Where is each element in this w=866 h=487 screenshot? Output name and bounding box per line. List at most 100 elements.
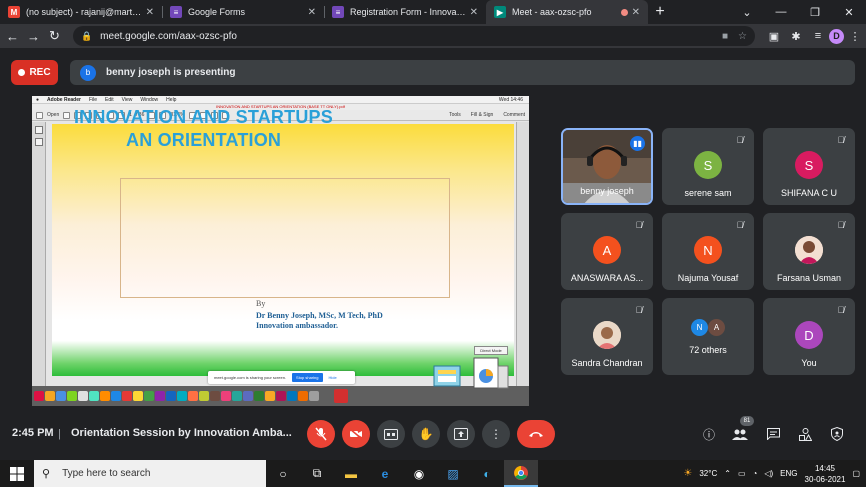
recording-indicator-icon: [620, 8, 628, 16]
tab-search-icon[interactable]: ⌄: [730, 6, 764, 19]
participant-tile-anaswara[interactable]: 🎙̸ A ANASWARA AS...: [561, 213, 653, 290]
slide-title-line-2: AN ORIENTATION: [126, 130, 282, 150]
leave-call-button[interactable]: [517, 420, 555, 448]
edge-icon[interactable]: ◐: [470, 460, 504, 487]
stop-sharing-button: Stop sharing: [292, 373, 323, 382]
file-explorer-icon[interactable]: ▬: [334, 460, 368, 487]
participant-tile-benny-joseph[interactable]: ▮▮ benny joseph: [561, 128, 653, 205]
fill-sign-label: Fill & Sign: [470, 112, 494, 118]
shield-icon: [831, 427, 843, 441]
participant-tile-shifana-c-u[interactable]: 🎙̸ S SHIFANA C U: [763, 128, 855, 205]
browser-tab-gmail[interactable]: M (no subject) - rajanij@marthoma ✕: [0, 0, 162, 24]
volume-icon[interactable]: ◁): [764, 469, 773, 478]
microphone-toggle-button[interactable]: [307, 420, 335, 448]
reload-button[interactable]: ↻: [44, 28, 65, 44]
battery-icon[interactable]: ▭: [738, 469, 746, 478]
app-menubar: ● Adobe Reader File Edit View Window Hel…: [32, 96, 529, 104]
tray-chevron-icon[interactable]: ⌃: [724, 469, 731, 478]
close-icon[interactable]: ✕: [632, 7, 640, 18]
internet-explorer-icon[interactable]: e: [368, 460, 402, 487]
screencast-icon[interactable]: ▣: [763, 30, 785, 43]
more-options-button[interactable]: ⋮: [482, 420, 510, 448]
system-tray: ☀ 32°C ⌃ ▭ ◔ ◁) ENG 14:45 30-06-2021 ▢: [683, 460, 866, 487]
dock-app-icon: [122, 391, 132, 401]
new-tab-button[interactable]: +: [648, 0, 672, 24]
activities-button[interactable]: [796, 425, 814, 443]
participant-tile-others[interactable]: N A 72 others: [662, 298, 754, 375]
participant-avatar: S: [694, 151, 722, 179]
close-window-button[interactable]: ✕: [832, 6, 866, 19]
participant-tile-serene-sam[interactable]: 🎙̸ S serene sam: [662, 128, 754, 205]
close-icon[interactable]: ✕: [146, 7, 154, 18]
profile-avatar[interactable]: D: [828, 28, 844, 44]
weather-icon[interactable]: ☀: [683, 468, 692, 479]
camera-app-icon[interactable]: ◉: [402, 460, 436, 487]
participant-tile-farsana-usman[interactable]: 🎙̸ Farsana Usman: [763, 213, 855, 290]
taskbar-clock[interactable]: 14:45 30-06-2021: [805, 463, 846, 485]
dock-app-icon: [89, 391, 99, 401]
browser-tab-google-forms[interactable]: ≡ Google Forms ✕: [162, 0, 324, 24]
back-button[interactable]: ←: [2, 29, 23, 44]
temperature[interactable]: 32°C: [699, 469, 717, 478]
browser-tab-meet[interactable]: ▶ Meet - aax-ozsc-pfo ✕: [486, 0, 648, 24]
participant-name: You: [801, 358, 817, 368]
forward-button[interactable]: →: [23, 29, 44, 44]
close-icon[interactable]: ✕: [308, 7, 316, 18]
browser-tab-registration-form[interactable]: ≡ Registration Form - Innovation A ✕: [324, 0, 486, 24]
task-view-button[interactable]: ⧉: [300, 460, 334, 487]
cortana-button[interactable]: ○: [266, 460, 300, 487]
meeting-details-button[interactable]: ⓘ: [700, 425, 718, 443]
dock-app-icon: [166, 391, 176, 401]
photos-app-icon[interactable]: ▨: [436, 460, 470, 487]
maximize-button[interactable]: ❐: [798, 6, 832, 19]
menu-edit: Edit: [105, 96, 114, 103]
gmail-icon: M: [8, 6, 20, 18]
present-now-button[interactable]: [447, 420, 475, 448]
mac-status-time: Wed 14:46: [498, 96, 523, 103]
comment-label: Comment: [503, 112, 525, 118]
taskbar-search-input[interactable]: ⚲ Type here to search: [34, 460, 266, 487]
media-icon[interactable]: ≡: [807, 30, 829, 42]
dock-app-icon: [67, 391, 77, 401]
participant-avatar: S: [795, 151, 823, 179]
address-bar[interactable]: 🔒 meet.google.com/aax-ozsc-pfo ■ ☆: [72, 26, 755, 46]
dock-app-icon: [243, 391, 253, 401]
menu-icon[interactable]: ⋮: [844, 30, 866, 43]
dock-app-icon: [144, 391, 154, 401]
people-button[interactable]: [731, 425, 749, 443]
lock-icon[interactable]: 🔒: [81, 31, 92, 42]
minimize-button[interactable]: —: [764, 6, 798, 18]
extensions-icon[interactable]: ✱: [785, 30, 807, 43]
mic-muted-icon: 🎙̸: [736, 135, 744, 145]
chrome-taskbar-icon[interactable]: [504, 460, 538, 487]
notifications-icon[interactable]: ▢: [852, 469, 860, 478]
captions-button[interactable]: [377, 420, 405, 448]
bookmark-star-icon[interactable]: ☆: [738, 31, 747, 42]
hand-icon: ✋: [418, 427, 434, 441]
meeting-title: Orientation Session by Innovation Amba..…: [71, 427, 292, 439]
language-indicator[interactable]: ENG: [780, 469, 797, 478]
network-icon[interactable]: ◔: [753, 469, 758, 478]
chat-button[interactable]: [764, 425, 782, 443]
start-button[interactable]: [0, 460, 34, 487]
dock-app-icon: [232, 391, 242, 401]
host-controls-button[interactable]: [828, 425, 846, 443]
participant-tile-najuma-yousaf[interactable]: 🎙̸ N Najuma Yousaf: [662, 213, 754, 290]
dock-app-icon: [221, 391, 231, 401]
participant-avatar: A: [708, 319, 725, 336]
raise-hand-button[interactable]: ✋: [412, 420, 440, 448]
participant-photo: [795, 236, 823, 264]
chrome-icon: [514, 465, 528, 480]
dock-app-icon: [309, 391, 319, 401]
divider: |: [58, 428, 61, 440]
close-icon[interactable]: ✕: [470, 7, 478, 18]
document-illustration: [432, 362, 464, 390]
document-scrollbar: [516, 122, 529, 386]
recording-badge[interactable]: REC: [11, 60, 58, 85]
participant-tile-you[interactable]: 🎙̸ D You: [763, 298, 855, 375]
others-avatars: N A: [691, 319, 725, 336]
camera-toggle-button[interactable]: [342, 420, 370, 448]
camera-icon[interactable]: ■: [722, 31, 728, 42]
dock-app-icon: [199, 391, 209, 401]
participant-tile-sandra-chandran[interactable]: 🎙̸ Sandra Chandran: [561, 298, 653, 375]
